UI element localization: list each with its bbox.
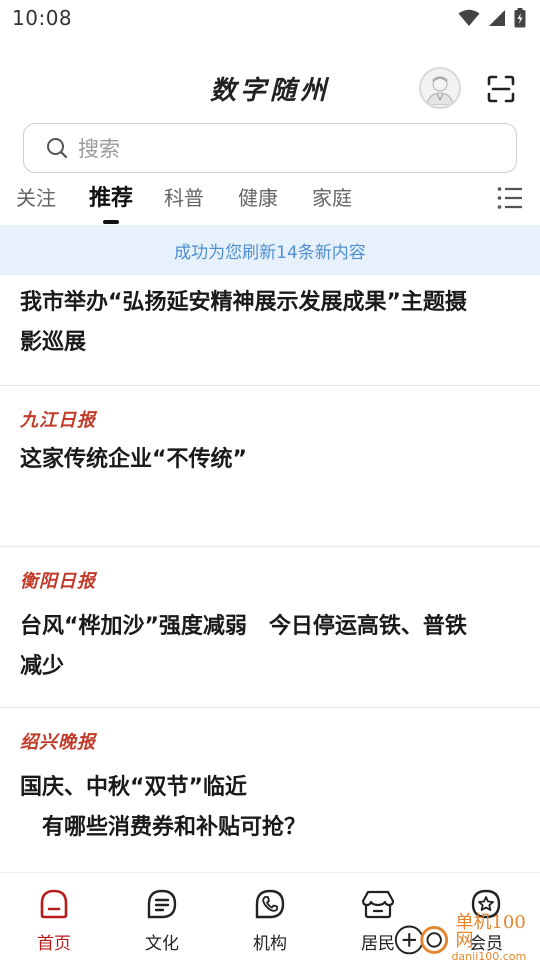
home-icon [37, 887, 71, 921]
search-placeholder: 搜索 [78, 137, 120, 161]
search-input[interactable]: 搜索 [23, 123, 517, 173]
news-source: 九江日报 [20, 410, 96, 431]
news-feed: 我市举办“弘扬延安精神展示发展成果”主题摄 影巡展 九江日报 这家传统企业“不传… [0, 275, 540, 868]
watermark: 单机100网 danji100.com [392, 911, 540, 960]
status-time: 10:08 [12, 6, 73, 30]
watermark-sub: danji100.com [451, 949, 527, 960]
news-source: 衡阳日报 [20, 571, 96, 592]
news-title: 台风“桦加沙”强度减弱 今日停运高铁、普铁 减少 [20, 614, 467, 679]
watermark-logo-icon [394, 925, 449, 955]
nav-label: 首页 [37, 934, 71, 954]
signal-icon [489, 10, 505, 26]
nav-label: 文化 [145, 934, 179, 954]
news-title: 国庆、中秋“双节”临近 有哪些消费券和补贴可抢？ [20, 775, 307, 840]
phone-icon [253, 887, 287, 921]
nav-label: 居民 [361, 934, 395, 954]
scan-button[interactable] [484, 72, 518, 106]
watermark-text: 单机100网 [455, 911, 526, 951]
news-item[interactable]: 绍兴晚报 国庆、中秋“双节”临近 有哪些消费券和补贴可抢？ [0, 708, 540, 868]
nav-label: 机构 [253, 934, 287, 954]
category-tabs: 关注 推荐 科普 健康 家庭 [0, 176, 540, 224]
avatar[interactable] [419, 67, 461, 109]
user-avatar-icon [426, 76, 454, 105]
battery-icon [514, 8, 526, 28]
scan-icon [487, 75, 515, 103]
active-tab-indicator [103, 220, 119, 224]
residents-icon [361, 887, 395, 921]
status-bar: 10:08 [0, 0, 540, 36]
list-menu-icon [497, 187, 522, 209]
tab-menu-button[interactable] [497, 186, 523, 210]
status-icons [458, 8, 526, 28]
nav-item-culture[interactable]: 文化 [108, 873, 216, 960]
tab-science[interactable]: 科普 [164, 182, 204, 211]
app-header: 数字随州 [0, 62, 540, 114]
news-item[interactable]: 我市举办“弘扬延安精神展示发展成果”主题摄 影巡展 [0, 275, 540, 386]
culture-icon [145, 887, 179, 921]
tab-recommend[interactable]: 推荐 [89, 180, 133, 212]
refresh-notice: 成功为您刷新14条新内容 [0, 225, 540, 275]
tab-health[interactable]: 健康 [238, 182, 278, 211]
news-item[interactable]: 衡阳日报 台风“桦加沙”强度减弱 今日停运高铁、普铁 减少 [0, 547, 540, 708]
news-source: 绍兴晚报 [20, 732, 96, 753]
news-title: 这家传统企业“不传统” [20, 447, 247, 472]
search-icon [47, 138, 68, 159]
tab-follow[interactable]: 关注 [16, 182, 56, 211]
news-title: 我市举办“弘扬延安精神展示发展成果”主题摄 影巡展 [20, 290, 467, 355]
nav-item-home[interactable]: 首页 [0, 873, 108, 960]
wifi-icon [458, 9, 480, 26]
watermark-text-group: 单机100网 danji100.com [451, 911, 540, 960]
tab-family[interactable]: 家庭 [312, 182, 352, 211]
news-item[interactable]: 九江日报 这家传统企业“不传统” [0, 386, 540, 547]
nav-item-organization[interactable]: 机构 [216, 873, 324, 960]
